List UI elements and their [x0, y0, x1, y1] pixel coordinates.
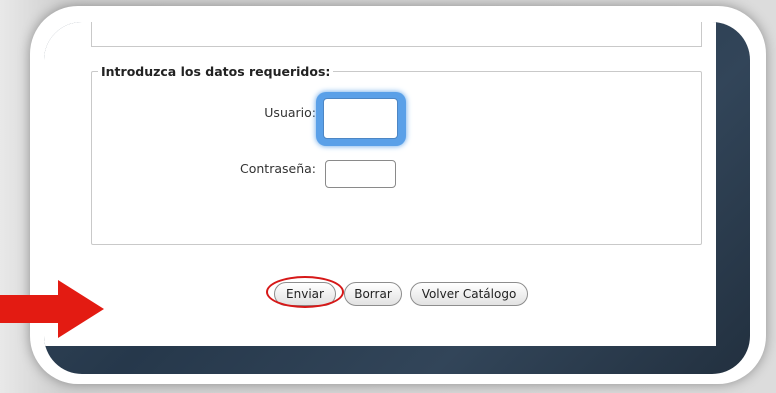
back-to-catalog-button[interactable]: Volver Catálogo — [410, 282, 528, 306]
highlight-ellipse — [266, 276, 344, 308]
password-input[interactable] — [325, 160, 396, 188]
red-arrow-icon — [0, 280, 104, 338]
clear-button[interactable]: Borrar — [344, 282, 402, 306]
username-label: Usuario: — [264, 105, 316, 120]
content-panel: Introduzca los datos requeridos: Usuario… — [44, 22, 716, 346]
previous-section-box — [91, 22, 702, 47]
username-input[interactable] — [323, 98, 398, 139]
password-label: Contraseña: — [240, 161, 316, 176]
app-screen: Introduzca los datos requeridos: Usuario… — [44, 22, 750, 374]
fieldset-legend: Introduzca los datos requeridos: — [98, 64, 334, 79]
